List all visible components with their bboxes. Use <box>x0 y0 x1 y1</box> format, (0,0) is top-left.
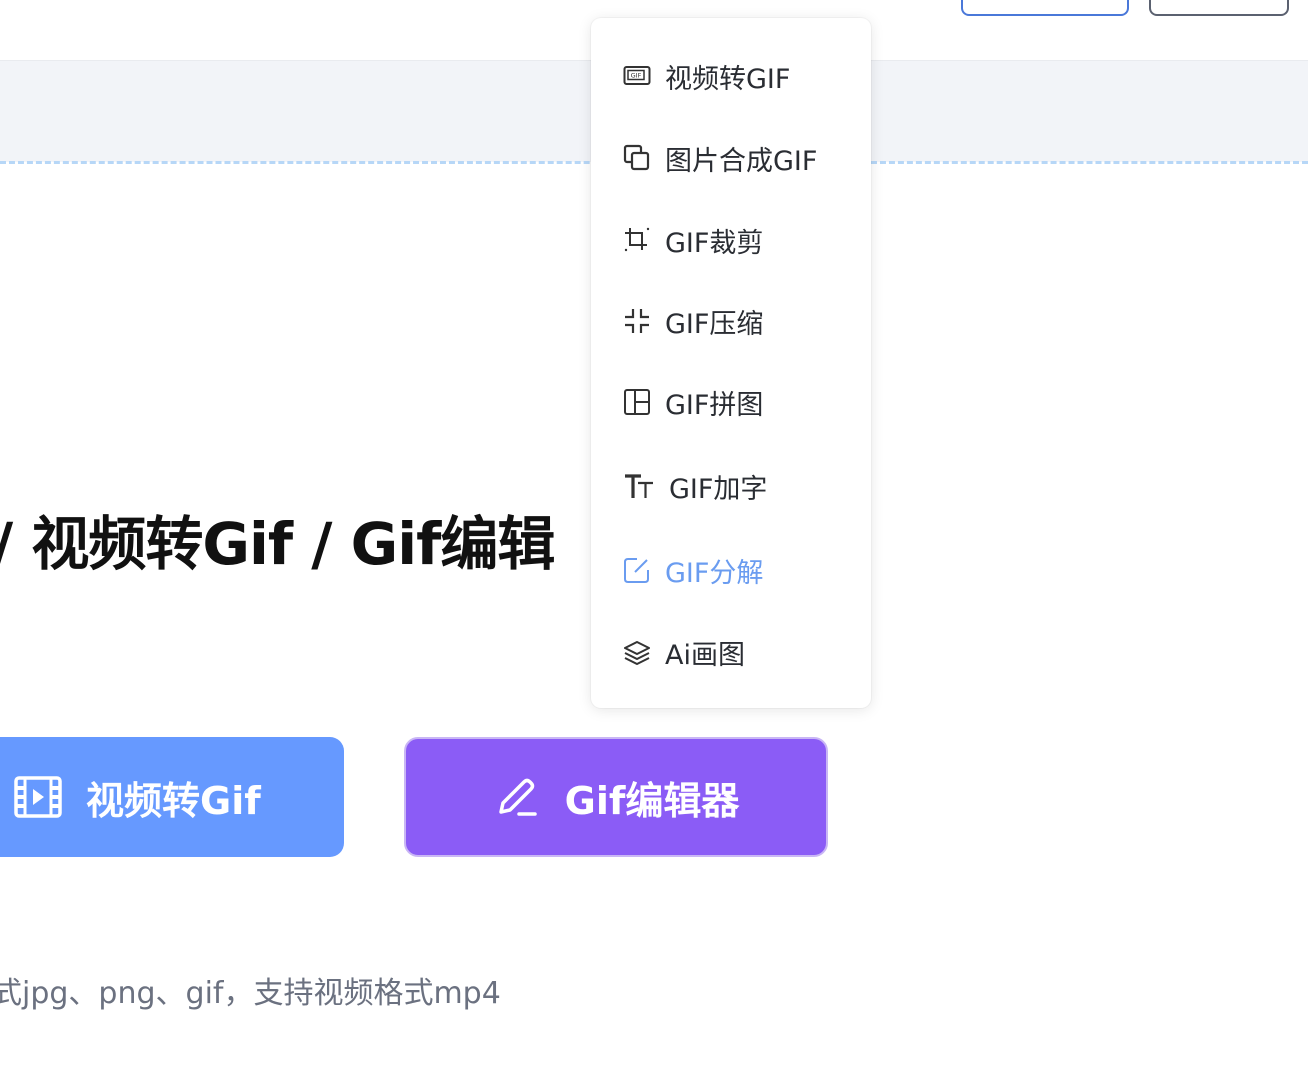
text-size-icon <box>623 472 655 500</box>
header-primary-button[interactable] <box>961 0 1129 16</box>
layers-icon <box>623 638 651 666</box>
gif-editor-button[interactable]: Gif编辑器 <box>404 737 828 857</box>
menu-item-label: 图片合成GIF <box>665 145 818 177</box>
video-to-gif-button[interactable]: 视频转Gif <box>0 737 344 857</box>
menu-item-label: Ai画图 <box>665 639 745 671</box>
supported-formats-note: 式jpg、png、gif，支持视频格式mp4 <box>0 976 501 1011</box>
menu-item-video-to-gif[interactable]: GIF 视频转GIF <box>623 54 790 98</box>
gif-icon: GIF <box>623 62 651 90</box>
compress-icon <box>623 307 651 335</box>
menu-item-gif-split[interactable]: GIF分解 <box>623 548 763 592</box>
menu-item-gif-compress[interactable]: GIF压缩 <box>623 299 763 343</box>
film-icon <box>14 776 62 818</box>
layout-icon <box>623 388 651 416</box>
hero-title: / 视频转Gif / Gif编辑 <box>0 510 555 578</box>
menu-item-label: GIF裁剪 <box>665 227 764 259</box>
video-to-gif-label: 视频转Gif <box>86 778 261 823</box>
menu-item-image-to-gif[interactable]: 图片合成GIF <box>623 136 817 180</box>
pen-icon <box>493 774 539 820</box>
menu-item-gif-text[interactable]: GIF加字 <box>623 464 767 508</box>
menu-item-gif-crop[interactable]: GIF裁剪 <box>623 218 763 262</box>
crop-icon <box>623 226 651 254</box>
edit-square-icon <box>623 556 651 584</box>
menu-item-ai-drawing[interactable]: Ai画图 <box>623 630 745 674</box>
menu-item-label: GIF压缩 <box>665 308 764 340</box>
menu-item-label: 视频转GIF <box>665 63 791 95</box>
tools-dropdown-menu: GIF 视频转GIF 图片合成GIF GIF裁剪 GIF压缩 GIF拼图 GIF… <box>591 18 871 708</box>
menu-item-label: GIF拼图 <box>665 389 764 421</box>
svg-text:GIF: GIF <box>631 72 642 80</box>
menu-item-gif-collage[interactable]: GIF拼图 <box>623 380 763 424</box>
header-secondary-button[interactable] <box>1149 0 1289 16</box>
copy-icon <box>623 144 651 172</box>
gif-editor-label: Gif编辑器 <box>564 778 740 823</box>
menu-item-label: GIF分解 <box>665 557 764 589</box>
menu-item-label: GIF加字 <box>669 473 768 505</box>
